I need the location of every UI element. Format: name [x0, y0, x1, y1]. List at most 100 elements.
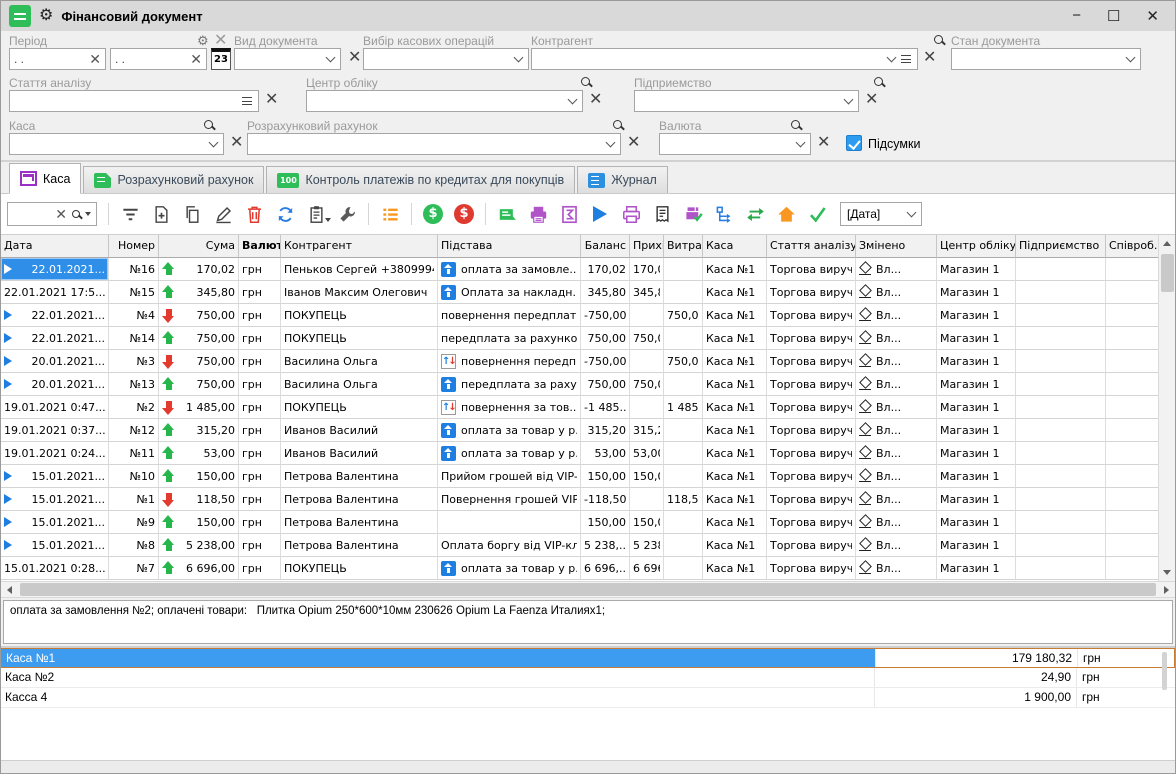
- cash-ops-select[interactable]: [363, 48, 529, 70]
- home-button[interactable]: [772, 200, 800, 228]
- hierarchy-button[interactable]: [710, 200, 738, 228]
- counterparty-clear-icon[interactable]: ✕: [923, 50, 936, 66]
- column-header-cur[interactable]: Валюта: [239, 235, 281, 258]
- scrollbar-thumb[interactable]: [1162, 652, 1167, 690]
- search-icon[interactable]: [874, 77, 883, 86]
- table-row[interactable]: 22.01.2021...№4750,00грнПОКУПЕЦЬповернен…: [1, 304, 1158, 327]
- table-row[interactable]: 20.01.2021...№13750,00грнВасилина Ольгап…: [1, 373, 1158, 396]
- sum-report-button[interactable]: [555, 200, 583, 228]
- table-row[interactable]: 15.01.2021...№10150,00грнПетрова Валенти…: [1, 465, 1158, 488]
- column-header-num[interactable]: Номер: [109, 235, 159, 258]
- doc-type-select[interactable]: [234, 48, 341, 70]
- table-row[interactable]: 15.01.2021...№85 238,00грнПетрова Валент…: [1, 534, 1158, 557]
- refresh-button[interactable]: [271, 200, 299, 228]
- search-icon[interactable]: [791, 120, 800, 129]
- copy-button[interactable]: [178, 200, 206, 228]
- accounting-center-select[interactable]: [306, 90, 583, 112]
- currency-select[interactable]: [659, 133, 811, 155]
- tools-button[interactable]: [333, 200, 361, 228]
- table-row[interactable]: 19.01.2021 0:24...№1153,00грнИванов Васи…: [1, 442, 1158, 465]
- tab-credit-control[interactable]: 100 Контроль платежів по кредитах для по…: [266, 166, 575, 193]
- edit-button[interactable]: [209, 200, 237, 228]
- list-view-button[interactable]: [376, 200, 404, 228]
- currency-clear-icon[interactable]: ✕: [817, 135, 830, 151]
- accounting-center-clear-icon[interactable]: ✕: [589, 92, 602, 108]
- bank-account-select[interactable]: [247, 133, 621, 155]
- run-button[interactable]: [586, 200, 614, 228]
- tab-kasa[interactable]: Каса: [9, 163, 81, 194]
- vertical-scrollbar[interactable]: [1158, 235, 1175, 581]
- analysis-article-clear-icon[interactable]: ✕: [265, 92, 278, 108]
- analysis-article-input[interactable]: [9, 90, 259, 112]
- table-row[interactable]: 19.01.2021 0:37...№12315,20грнИванов Вас…: [1, 419, 1158, 442]
- scroll-left-button[interactable]: [1, 581, 18, 598]
- list-select-icon[interactable]: [242, 97, 252, 105]
- column-header-staff[interactable]: Співроб...: [1106, 235, 1158, 258]
- table-row[interactable]: 15.01.2021...№1118,50грнПетрова Валентин…: [1, 488, 1158, 511]
- confirm-button[interactable]: [803, 200, 831, 228]
- money-out-button[interactable]: [450, 200, 478, 228]
- column-header-center[interactable]: Центр обліку: [937, 235, 1016, 258]
- search-icon[interactable]: [934, 35, 943, 44]
- add-document-button[interactable]: [147, 200, 175, 228]
- kasa-select[interactable]: [9, 133, 224, 155]
- cash-register-row[interactable]: Касса 41 900,00грн: [1, 688, 1175, 708]
- kasa-clear-icon[interactable]: ✕: [230, 135, 243, 151]
- minimize-button[interactable]: −: [1072, 7, 1081, 25]
- search-icon[interactable]: [613, 120, 622, 129]
- search-input[interactable]: ✕: [7, 202, 97, 226]
- totals-checkbox[interactable]: [846, 135, 862, 151]
- period-to-clear-icon[interactable]: ✕: [190, 51, 202, 68]
- period-clear-icon[interactable]: ✕: [214, 33, 227, 49]
- tab-bank-account[interactable]: Розрахунковий рахунок: [83, 166, 264, 193]
- search-clear-icon[interactable]: ✕: [55, 206, 67, 223]
- list-select-icon[interactable]: [901, 55, 911, 63]
- column-header-balance[interactable]: Баланс: [581, 235, 630, 258]
- period-from-clear-icon[interactable]: ✕: [89, 51, 101, 68]
- print-button[interactable]: [524, 200, 552, 228]
- period-from-input[interactable]: . . ✕: [9, 48, 106, 70]
- period-to-input[interactable]: . . ✕: [110, 48, 207, 70]
- doc-state-select[interactable]: [951, 48, 1141, 70]
- horizontal-scrollbar[interactable]: [1, 581, 1175, 598]
- bank-account-clear-icon[interactable]: ✕: [627, 135, 640, 151]
- table-row[interactable]: 15.01.2021...№9150,00грнПетрова Валентин…: [1, 511, 1158, 534]
- sort-field-select[interactable]: [Дата]: [840, 202, 922, 226]
- cash-register-row[interactable]: Каса №1179 180,32грн: [1, 648, 1175, 668]
- search-icon[interactable]: [581, 77, 590, 86]
- scroll-up-button[interactable]: [1159, 235, 1176, 252]
- maximize-button[interactable]: ☐: [1107, 7, 1120, 25]
- column-header-basis[interactable]: Підстава: [438, 235, 581, 258]
- column-header-sum[interactable]: Сума: [159, 235, 239, 258]
- cash-register-check-button[interactable]: [679, 200, 707, 228]
- scroll-right-button[interactable]: [1158, 581, 1175, 598]
- table-row[interactable]: 22.01.2021...№16170,02грнПеньков Сергей …: [1, 258, 1158, 281]
- search-icon[interactable]: [204, 120, 213, 129]
- column-header-date[interactable]: Дата: [1, 235, 109, 258]
- filter-button[interactable]: [116, 200, 144, 228]
- calendar-icon[interactable]: 23: [211, 48, 231, 70]
- paste-button[interactable]: [302, 200, 330, 228]
- receipt-button[interactable]: [648, 200, 676, 228]
- enterprise-select[interactable]: [634, 90, 859, 112]
- table-row[interactable]: 20.01.2021...№3750,00грнВасилина Ольгапо…: [1, 350, 1158, 373]
- scrollbar-thumb[interactable]: [20, 583, 1156, 596]
- scroll-down-button[interactable]: [1159, 564, 1176, 581]
- chevron-down-icon[interactable]: [85, 212, 91, 216]
- table-row[interactable]: 19.01.2021 0:47...№21 485,00грнПОКУПЕЦЬп…: [1, 396, 1158, 419]
- settings-gear-icon[interactable]: ⚙: [39, 8, 53, 24]
- money-in-button[interactable]: [419, 200, 447, 228]
- counterparty-select[interactable]: [531, 48, 918, 70]
- statement-button[interactable]: [493, 200, 521, 228]
- column-header-kasa[interactable]: Каса: [703, 235, 767, 258]
- cash-register-row[interactable]: Каса №224,90грн: [1, 668, 1175, 688]
- column-header-contractor[interactable]: Контрагент: [281, 235, 438, 258]
- period-gear-icon[interactable]: ⚙: [197, 34, 209, 47]
- table-row[interactable]: 22.01.2021...№14750,00грнПОКУПЕЦЬпередпл…: [1, 327, 1158, 350]
- delete-button[interactable]: [240, 200, 268, 228]
- close-button[interactable]: ✕: [1146, 7, 1159, 25]
- column-header-article[interactable]: Стаття аналізу: [767, 235, 856, 258]
- enterprise-clear-icon[interactable]: ✕: [865, 92, 878, 108]
- column-header-changed[interactable]: Змінено: [856, 235, 937, 258]
- exchange-button[interactable]: [741, 200, 769, 228]
